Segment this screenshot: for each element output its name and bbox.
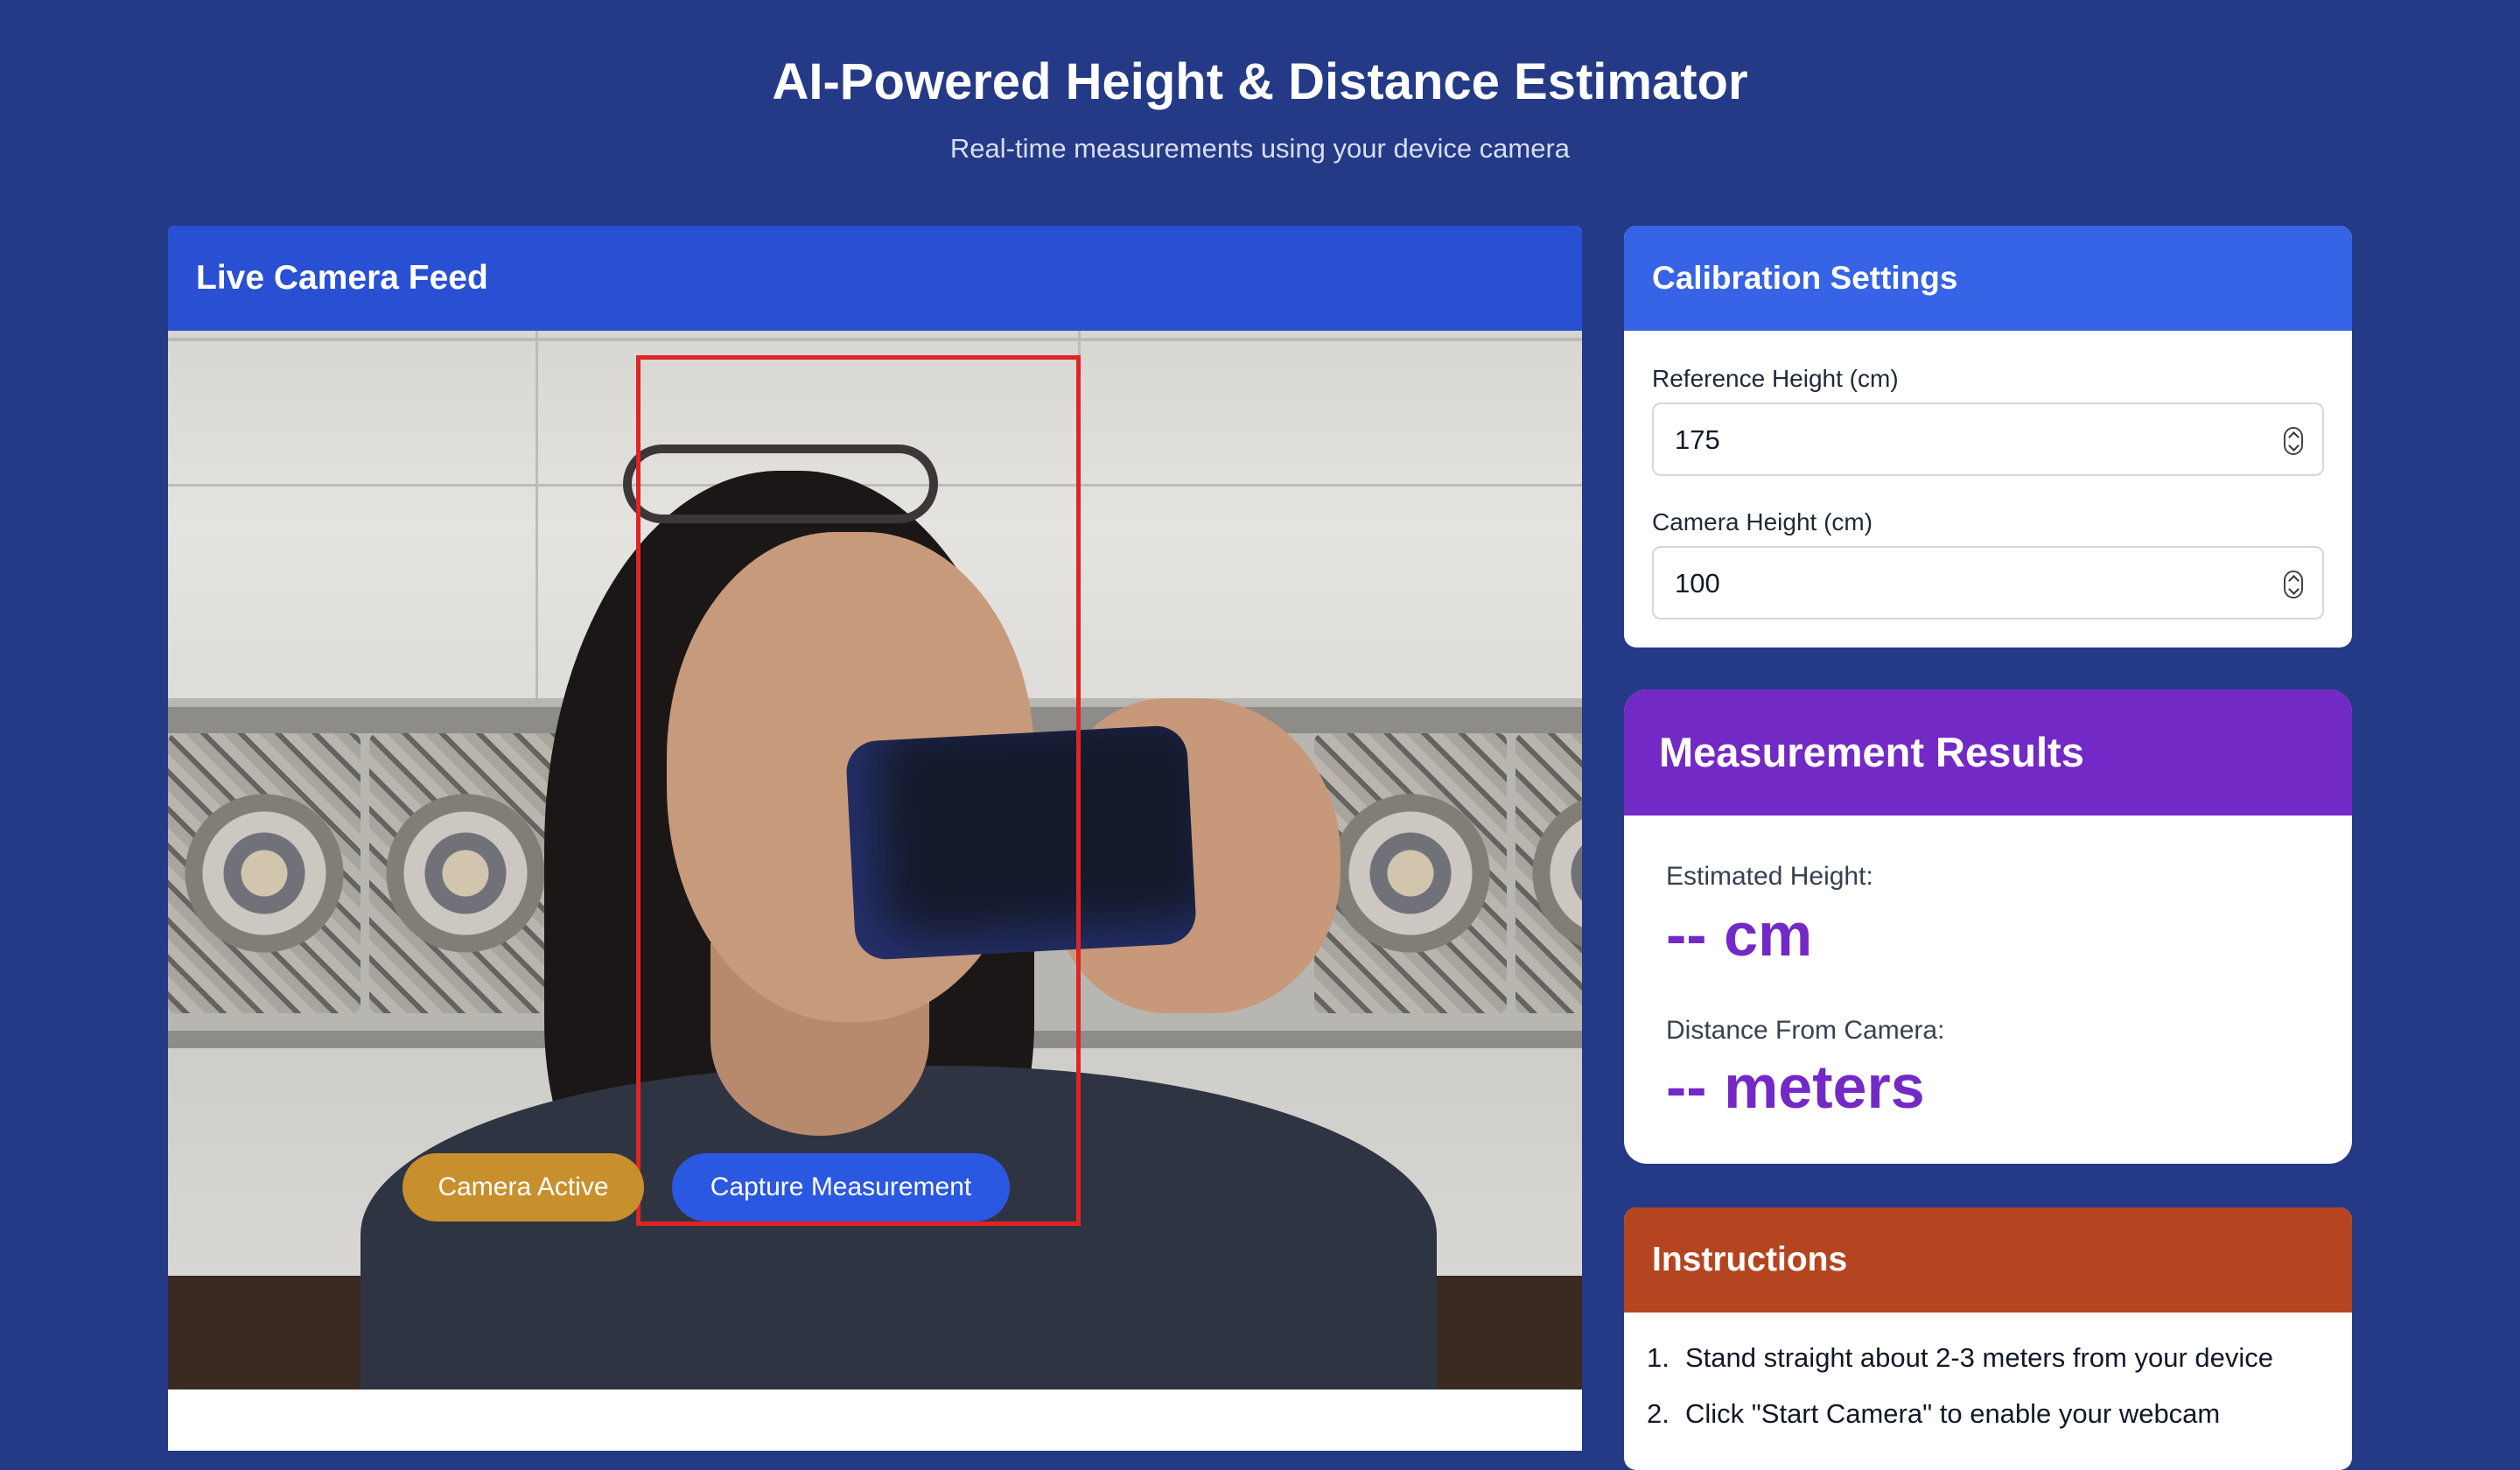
distance-value: -- meters <box>1666 1053 1925 1121</box>
number-spinner-icon[interactable] <box>2284 570 2303 598</box>
calibration-card-header: Calibration Settings <box>1624 226 2352 331</box>
results-card-header: Measurement Results <box>1624 690 2352 816</box>
camera-panel-title: Live Camera Feed <box>196 259 488 297</box>
tile-pattern <box>369 733 562 1013</box>
results-title: Measurement Results <box>1659 729 2084 775</box>
estimated-height-value: -- cm <box>1666 900 1813 969</box>
calibration-card: Calibration Settings Reference Height (c… <box>1624 226 2352 648</box>
instruction-number: 2. <box>1647 1398 1670 1429</box>
instruction-number: 1. <box>1647 1342 1670 1373</box>
tile-pattern <box>168 733 360 1013</box>
camera-panel-header: Live Camera Feed <box>168 226 1582 331</box>
camera-video-feed <box>168 331 1582 1390</box>
camera-height-input[interactable]: 100 <box>1652 546 2324 620</box>
camera-height-label: Camera Height (cm) <box>1652 508 1873 536</box>
camera-active-button[interactable]: Camera Active <box>402 1153 644 1222</box>
page-title: AI-Powered Height & Distance Estimator <box>772 53 1748 110</box>
detection-bounding-box <box>636 355 1081 1226</box>
estimated-height-label: Estimated Height: <box>1666 862 1873 891</box>
camera-height-value: 100 <box>1675 568 1720 598</box>
instructions-card: Instructions 1. Stand straight about 2-3… <box>1624 1208 2352 1470</box>
instruction-text: Stand straight about 2-3 meters from you… <box>1685 1342 2273 1373</box>
reference-height-label: Reference Height (cm) <box>1652 365 1899 392</box>
instruction-item: 1. Stand straight about 2-3 meters from … <box>1647 1340 2338 1396</box>
page-subtitle: Real-time measurements using your device… <box>949 133 1571 164</box>
number-spinner-icon[interactable] <box>2284 427 2303 455</box>
results-card: Measurement Results Estimated Height: --… <box>1624 690 2352 1164</box>
instructions-title: Instructions <box>1652 1241 1848 1278</box>
tile-pattern <box>1516 733 1582 1013</box>
calibration-title: Calibration Settings <box>1652 260 1958 296</box>
reference-height-input[interactable]: 175 <box>1652 402 2324 476</box>
reference-height-value: 175 <box>1675 424 1720 455</box>
tile-grout <box>168 338 1582 341</box>
capture-measurement-button[interactable]: Capture Measurement <box>672 1153 1010 1222</box>
distance-label: Distance From Camera: <box>1666 1016 1945 1045</box>
instruction-item: 2. Click "Start Camera" to enable your w… <box>1647 1396 2338 1452</box>
camera-panel-footer <box>168 1390 1582 1451</box>
tile-grout <box>536 331 538 698</box>
instructions-card-header: Instructions <box>1624 1208 2352 1312</box>
tile-pattern <box>1314 733 1507 1013</box>
instruction-text: Click "Start Camera" to enable your webc… <box>1685 1398 2221 1429</box>
camera-panel: Live Camera Feed <box>168 226 1582 1451</box>
instructions-list: 1. Stand straight about 2-3 meters from … <box>1647 1340 2338 1452</box>
